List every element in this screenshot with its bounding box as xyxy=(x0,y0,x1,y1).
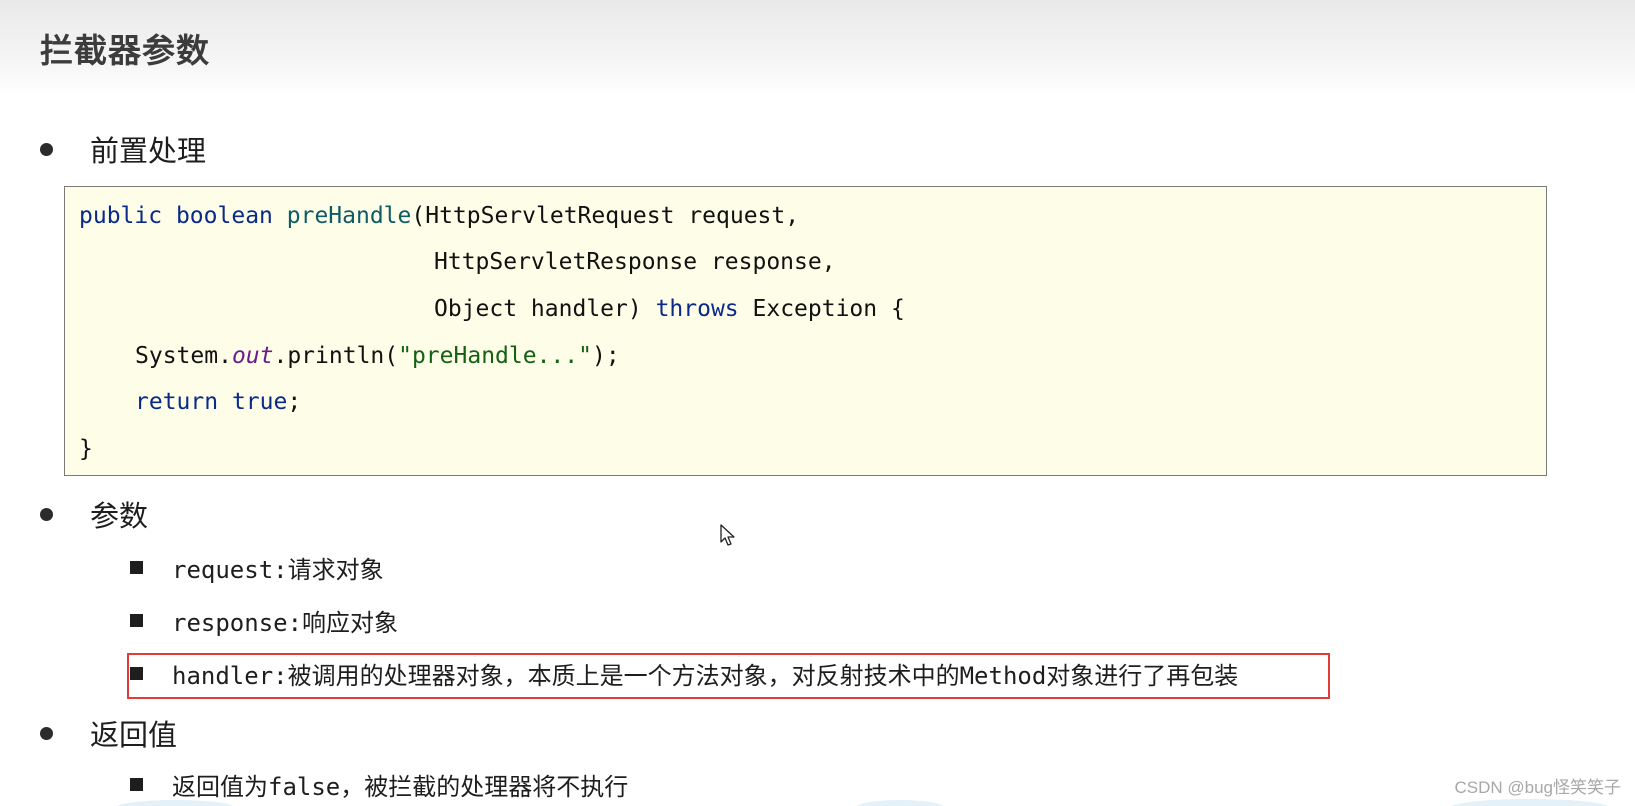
bullet-square xyxy=(130,561,143,574)
code-block: public boolean preHandle(HttpServletRequ… xyxy=(64,186,1547,476)
code-line-5: return true; xyxy=(135,389,302,415)
code-line-4: System.out.println("preHandle..."); xyxy=(135,343,620,369)
code-line-6: } xyxy=(79,436,93,462)
code-line-1: public boolean preHandle(HttpServletRequ… xyxy=(79,203,800,229)
section-return: 返回值 xyxy=(40,712,177,754)
watermark: CSDN @bug怪笑笑子 xyxy=(1454,778,1621,797)
param-response: response:响应对象 xyxy=(130,603,398,638)
section-label: 返回值 xyxy=(90,718,178,752)
section-params: 参数 xyxy=(40,493,148,535)
code-line-2: HttpServletResponse response, xyxy=(434,249,836,275)
bullet-square xyxy=(130,778,143,791)
decorative-wave xyxy=(116,799,1608,806)
section-pre-handle: 前置处理 xyxy=(40,128,206,170)
bullet-dot xyxy=(40,142,53,156)
mouse-cursor-icon xyxy=(720,524,736,552)
code-line-3: Object handler) throws Exception { xyxy=(434,296,905,322)
highlight-box xyxy=(127,653,1330,699)
section-label: 前置处理 xyxy=(90,134,207,168)
param-request: request:请求对象 xyxy=(130,550,384,585)
section-label: 参数 xyxy=(90,499,149,533)
bullet-dot xyxy=(40,726,53,740)
bullet-dot xyxy=(40,507,53,521)
page-title: 拦截器参数 xyxy=(40,31,210,70)
bullet-square xyxy=(130,614,143,627)
title-bar xyxy=(0,0,1635,96)
